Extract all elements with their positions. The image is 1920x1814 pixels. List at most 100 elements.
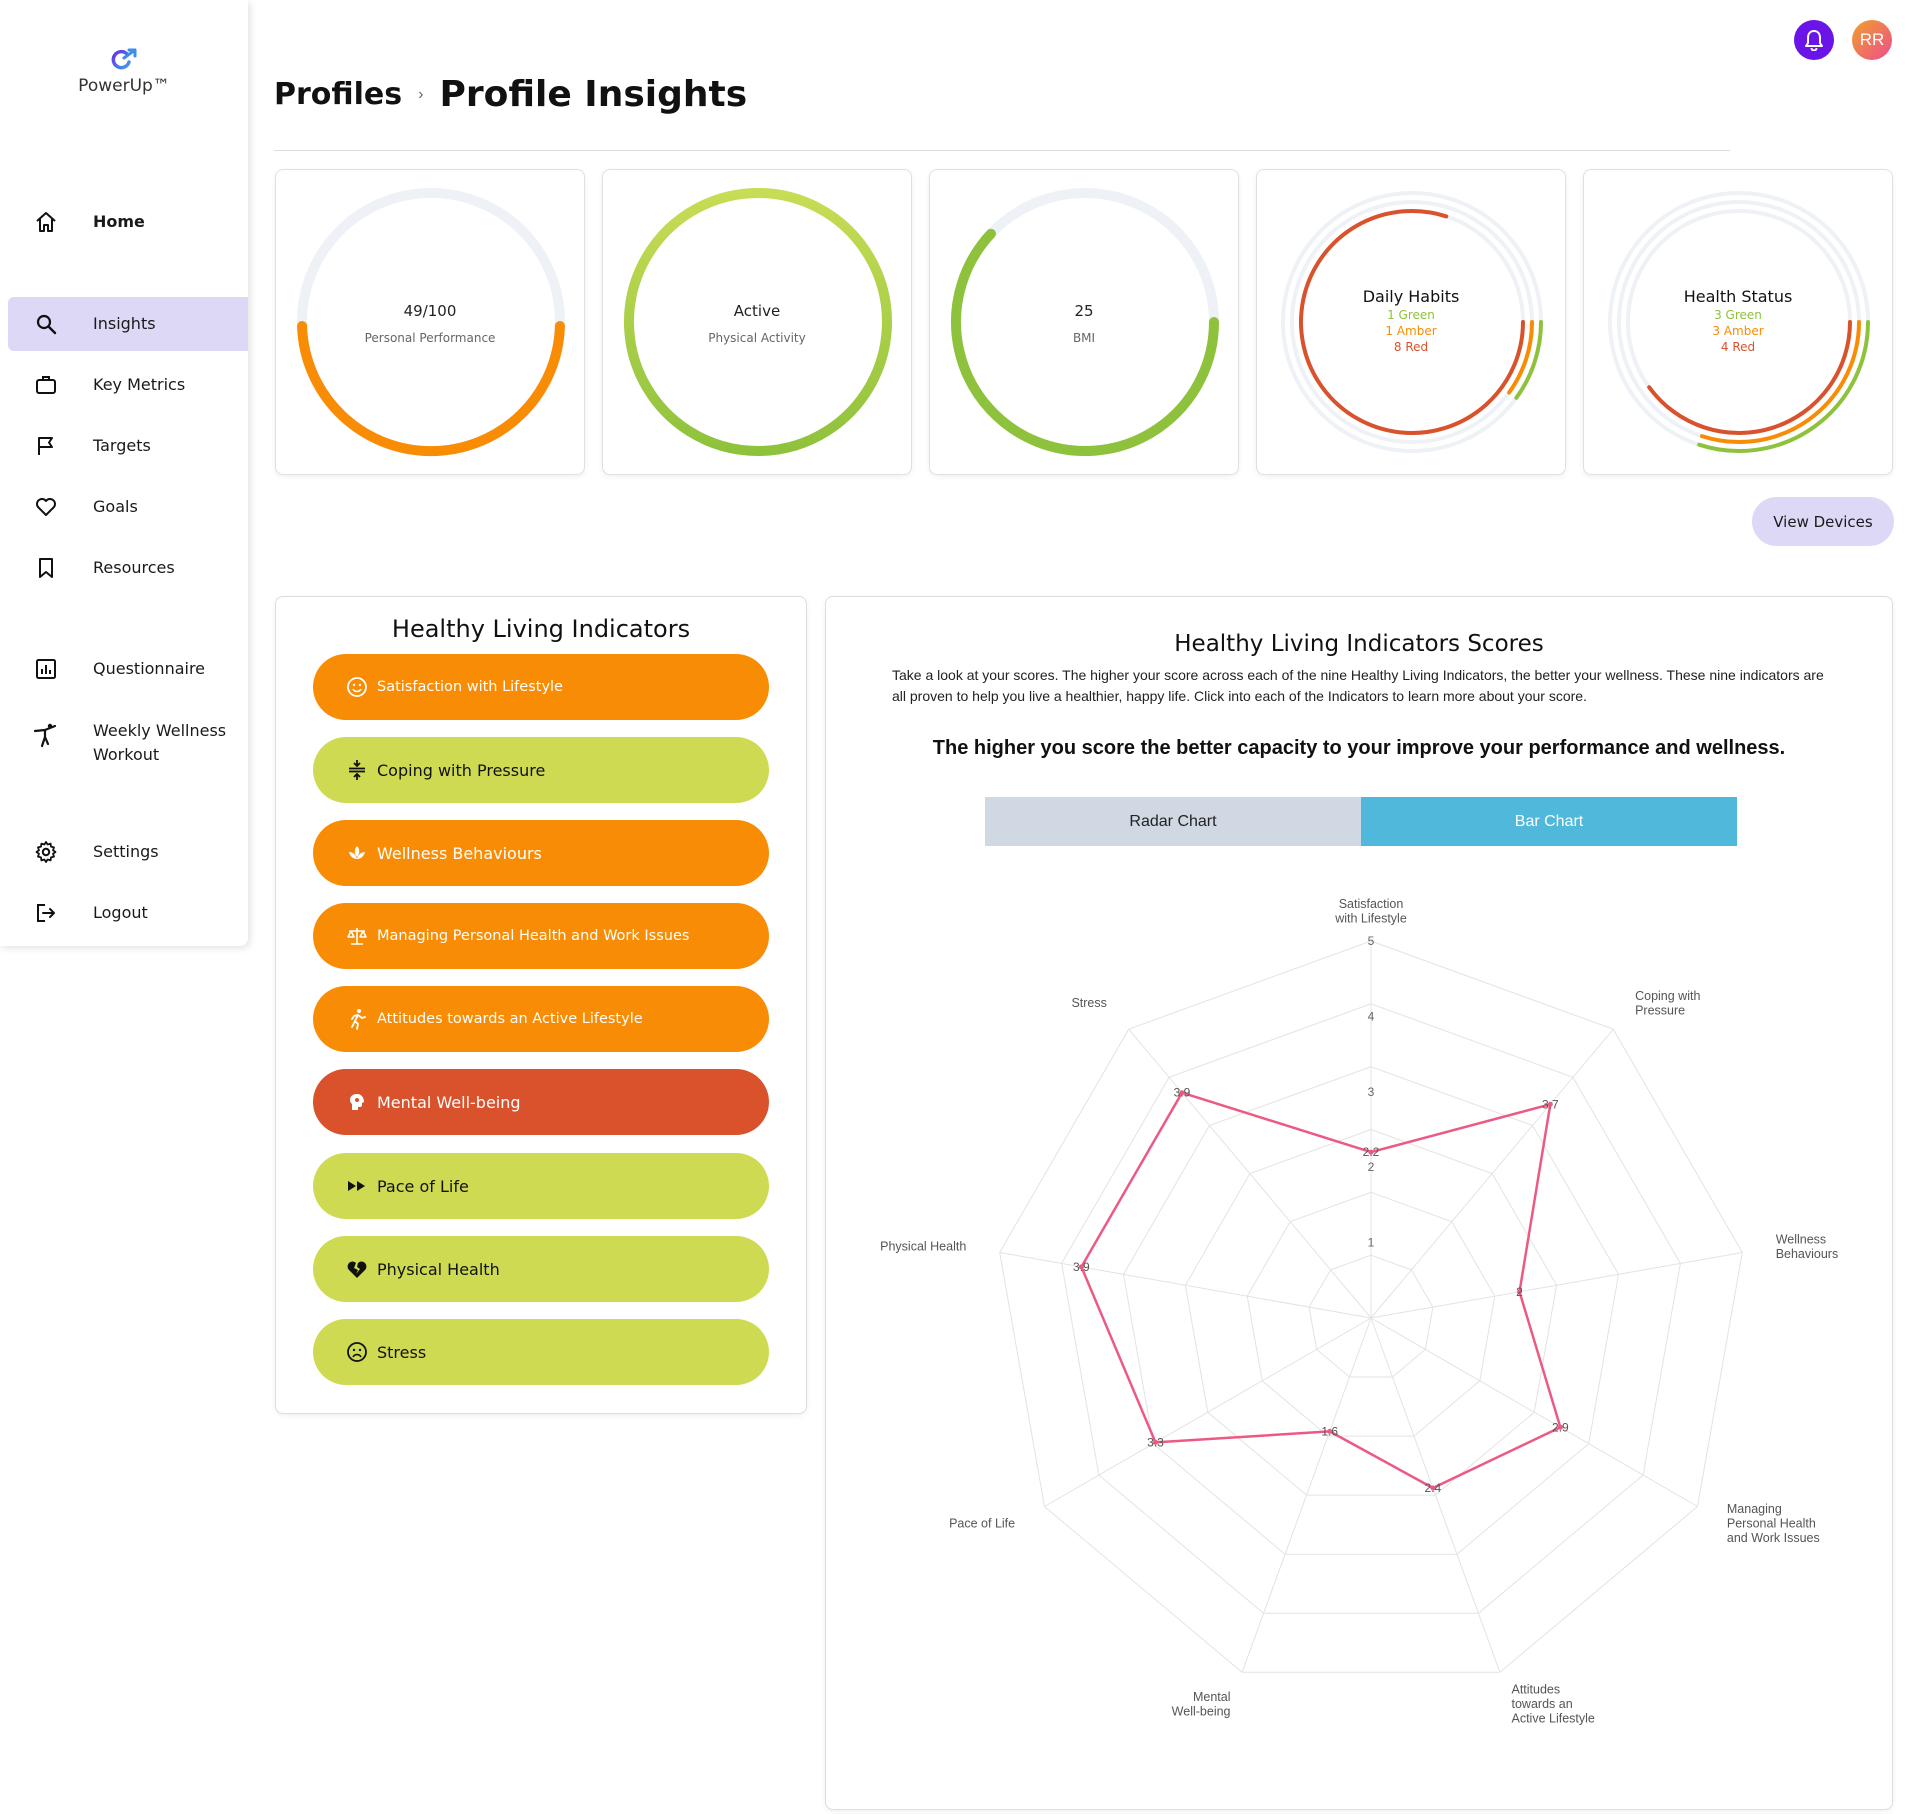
indicator-mental-well-being[interactable]: Mental Well-being [313, 1069, 769, 1135]
powerup-logo-icon [111, 48, 137, 70]
sidebar-item-home[interactable]: Home [8, 195, 248, 249]
radar-chart: 1 2 3 4 5 2.2 3.7 2 2.9 2.4 1.6 3.3 3.9 3.9 Satisfacti… [880, 897, 1839, 1726]
indicator-label: Physical Health [377, 1259, 500, 1279]
sidebar-item-label: Questionnaire [93, 659, 206, 678]
sidebar-item-label: Resources [93, 558, 175, 577]
indicator-label: Attitudes towards an Active Lifestyle [377, 1011, 643, 1027]
bar-chart-icon [32, 655, 60, 683]
sidebar-item-label: Weekly Wellness Workout [93, 719, 226, 767]
tab-radar-chart[interactable]: Radar Chart [985, 797, 1361, 846]
gauge-label: Physical Activity [708, 331, 806, 345]
sidebar-item-settings[interactable]: Settings [8, 825, 248, 879]
gauge-card-bmi[interactable]: 25 BMI [929, 169, 1239, 475]
indicator-managing-personal-health-and-work-issues[interactable]: Managing Personal Health and Work Issues [313, 903, 769, 969]
radar-spoke [1370, 1252, 1743, 1319]
indicator-attitudes-towards-an-active-lifestyle[interactable]: Attitudes towards an Active Lifestyle [313, 986, 769, 1052]
radar-spoke [1128, 1028, 1372, 1319]
scores-title: Healthy Living Indicators Scores [1174, 631, 1544, 657]
gauge-red-count: 8 Red [1393, 340, 1429, 354]
radar-value-label: 2.9 [1552, 1420, 1569, 1434]
sidebar-item-label: Settings [93, 842, 159, 861]
gauge-amber-count: 1 Amber [1385, 324, 1437, 338]
page-title: Profile Insights [439, 74, 748, 115]
indicator-wellness-behaviours[interactable]: Wellness Behaviours [313, 820, 769, 886]
radar-category-label-line: Managing [1727, 1502, 1782, 1516]
radar-spoke [1370, 1317, 1698, 1507]
smile-icon [345, 675, 369, 699]
radar-tick-label: 5 [1368, 934, 1375, 948]
gauge-red-count: 4 Red [1720, 340, 1756, 354]
sidebar-item-label: Key Metrics [93, 375, 186, 394]
sidebar-item-weekly-wellness-workout[interactable]: Weekly Wellness Workout [8, 707, 248, 777]
gauge-card-daily-habits[interactable]: Daily Habits 1 Green 1 Amber 8 Red [1256, 169, 1566, 475]
compress-icon [345, 758, 369, 782]
radar-value-label: 1.6 [1321, 1424, 1338, 1438]
sidebar-item-resources[interactable]: Resources [8, 541, 248, 595]
gauge-card-health-status[interactable]: Health Status 3 Green 3 Amber 4 Red [1583, 169, 1893, 475]
radar-category-label-line: Physical Health [880, 1240, 966, 1254]
gauge-card-physical-activity[interactable]: Active Physical Activity [602, 169, 912, 475]
gauge-physical-activity [624, 188, 892, 456]
gauge-label: Personal Performance [364, 331, 496, 345]
home-icon [32, 208, 60, 236]
radar-category-label: Managing Personal Health and Work Issues [1727, 1502, 1820, 1545]
bell-icon [1805, 30, 1823, 51]
gauge-card-personal-performance[interactable]: 49/100 Personal Performance [275, 169, 585, 475]
flag-icon [32, 432, 60, 460]
indicator-label: Satisfaction with Lifestyle [377, 679, 563, 695]
sidebar-item-label: Home [93, 212, 145, 231]
radar-tick-label: 4 [1368, 1009, 1375, 1023]
radar-category-label-line: Coping with [1635, 989, 1700, 1003]
indicator-stress[interactable]: Stress [313, 1319, 769, 1385]
logo-text: PowerUp™ [78, 76, 170, 96]
sidebar-item-logout[interactable]: Logout [8, 886, 248, 940]
indicator-pace-of-life[interactable]: Pace of Life [313, 1153, 769, 1219]
radar-spoke [1370, 1028, 1614, 1319]
sidebar-item-label-line: Workout [93, 745, 160, 764]
gauge-title: Health Status [1683, 287, 1793, 306]
radar-category-label-line: towards an [1512, 1697, 1573, 1711]
sidebar-item-label: Logout [93, 903, 148, 922]
sidebar-item-label: Targets [93, 436, 151, 455]
breadcrumb-parent-link[interactable]: Profiles [274, 77, 402, 112]
sidebar-item-targets[interactable]: Targets [8, 419, 248, 473]
radar-tick-label: 1 [1368, 1236, 1375, 1250]
radar-spoke [999, 1252, 1372, 1319]
radar-value-label: 3.7 [1542, 1097, 1559, 1111]
radar-category-label-line: Mental [1193, 1690, 1231, 1704]
gauge-bmi [951, 188, 1219, 456]
sidebar-item-insights[interactable]: Insights [8, 297, 248, 351]
fast-forward-icon [345, 1174, 369, 1198]
radar-value-label: 2.4 [1425, 1481, 1442, 1495]
sidebar-item-goals[interactable]: Goals [8, 480, 248, 534]
sidebar-item-label-line: Weekly Wellness [93, 721, 227, 740]
radar-category-label-line: Active Lifestyle [1512, 1712, 1595, 1726]
radar-category-label-line: with Lifestyle [1334, 911, 1407, 925]
logo[interactable]: PowerUp™ [0, 48, 248, 96]
tab-bar-chart[interactable]: Bar Chart [1361, 797, 1737, 846]
radar-value-label: 2.2 [1363, 1145, 1380, 1159]
view-devices-button[interactable]: View Devices [1752, 497, 1894, 546]
gauge-title: Daily Habits [1362, 287, 1460, 306]
radar-category-label: Physical Health [880, 1240, 966, 1254]
radar-category-label-line: Attitudes [1512, 1683, 1561, 1697]
gauge-value: 25 [1074, 302, 1094, 320]
indicator-satisfaction-with-lifestyle[interactable]: Satisfaction with Lifestyle [313, 654, 769, 720]
radar-value-label: 3.3 [1147, 1435, 1164, 1449]
radar-tick-label: 3 [1368, 1085, 1375, 1099]
radar-category-label: Wellness Behaviours [1776, 1232, 1839, 1261]
gauge-amber-count: 3 Amber [1712, 324, 1764, 338]
scores-description: Take a look at your scores. The higher y… [892, 667, 1824, 704]
avatar[interactable]: RR [1852, 20, 1892, 60]
indicator-coping-with-pressure[interactable]: Coping with Pressure [313, 737, 769, 803]
scores-emphasis: The higher you score the better capacity… [932, 737, 1786, 759]
bookmark-icon [32, 554, 60, 582]
brain-icon [345, 1090, 369, 1114]
sidebar-item-questionnaire[interactable]: Questionnaire [8, 642, 248, 696]
notifications-button[interactable] [1794, 20, 1834, 60]
indicator-label: Managing Personal Health and Work Issues [377, 928, 690, 944]
indicator-label: Pace of Life [377, 1176, 469, 1196]
sidebar-item-key-metrics[interactable]: Key Metrics [8, 358, 248, 412]
radar-category-label: Stress [1071, 996, 1106, 1010]
indicator-physical-health[interactable]: Physical Health [313, 1236, 769, 1302]
